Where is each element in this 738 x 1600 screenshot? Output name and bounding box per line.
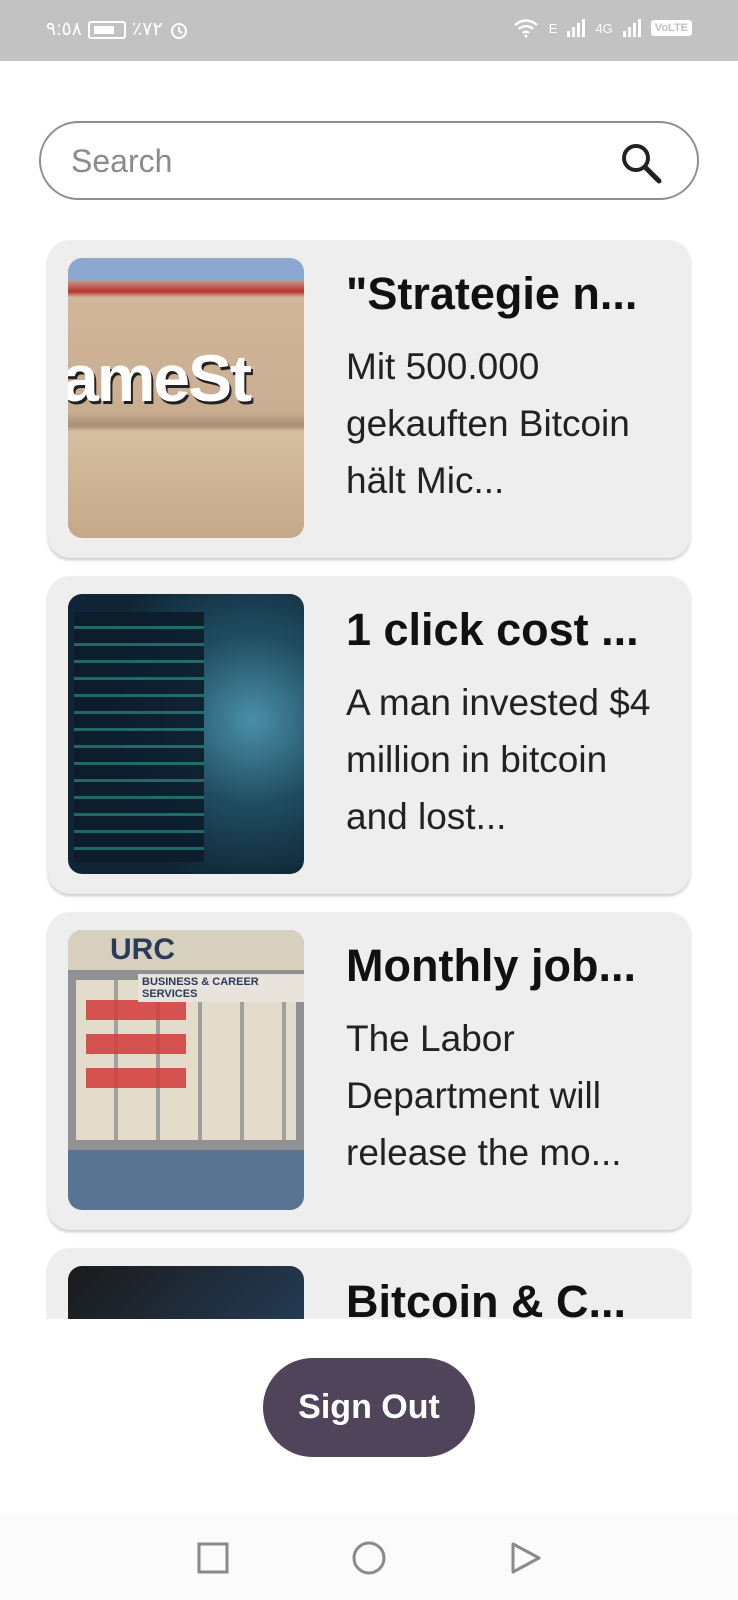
article-thumbnail: URC BUSINESS & CAREER SERVICES — [68, 930, 304, 1210]
board-header: URC — [68, 930, 304, 970]
board-tray — [68, 1150, 304, 1210]
network-type: 4G — [595, 20, 613, 36]
signal-icon — [567, 19, 586, 37]
battery-percent: ٪٧٢ — [131, 19, 163, 40]
article-title: Monthly job... — [346, 940, 636, 991]
status-time: ٩:٥٨ — [46, 19, 82, 40]
back-icon[interactable] — [507, 1540, 543, 1576]
article-card[interactable]: 1 click cost ... A man invested $4 milli… — [48, 576, 690, 894]
monitor-code-image — [74, 612, 204, 862]
sign-out-button[interactable]: Sign Out — [263, 1358, 475, 1457]
article-card[interactable]: ameSt "Strategie n... Mit 500.000 gekauf… — [48, 240, 690, 558]
article-description: The Labor Department will release the mo… — [346, 1018, 622, 1173]
system-nav-bar — [0, 1514, 738, 1600]
status-left: ٩:٥٨ ٪٧٢ — [46, 18, 189, 41]
signal-icon-2 — [622, 19, 641, 37]
search-icon[interactable] — [619, 141, 663, 185]
article-description: Mit 500.000 gekauften Bitcoin hält Mic..… — [346, 346, 630, 501]
network-type-small: E — [548, 20, 558, 36]
home-icon[interactable] — [351, 1540, 387, 1576]
alarm-icon — [170, 22, 187, 39]
search-bar[interactable] — [39, 121, 699, 200]
store-sign-text: ameSt — [68, 341, 252, 415]
status-bar: ٩:٥٨ ٪٧٢ E 4G VoLTE — [0, 0, 738, 61]
job-board-image — [76, 980, 296, 1140]
article-thumbnail: ameSt — [68, 258, 304, 538]
status-right: E 4G VoLTE — [513, 18, 692, 38]
article-list[interactable]: ameSt "Strategie n... Mit 500.000 gekauf… — [0, 240, 738, 1319]
search-input[interactable] — [71, 141, 611, 181]
article-thumbnail — [68, 1266, 304, 1319]
recent-apps-icon[interactable] — [195, 1540, 231, 1576]
article-title: 1 click cost ... — [346, 604, 639, 655]
article-thumbnail — [68, 594, 304, 874]
battery-icon — [87, 20, 126, 39]
article-card[interactable]: Bitcoin & C... — [48, 1248, 690, 1319]
wifi-icon — [513, 19, 538, 38]
board-caption: BUSINESS & CAREER SERVICES — [138, 974, 304, 1002]
article-description: A man invested $4 million in bitcoin and… — [346, 682, 651, 837]
article-title: Bitcoin & C... — [346, 1276, 626, 1319]
volte-badge: VoLTE — [650, 20, 692, 36]
article-card[interactable]: URC BUSINESS & CAREER SERVICES Monthly j… — [48, 912, 690, 1230]
article-title: "Strategie n... — [346, 268, 638, 319]
